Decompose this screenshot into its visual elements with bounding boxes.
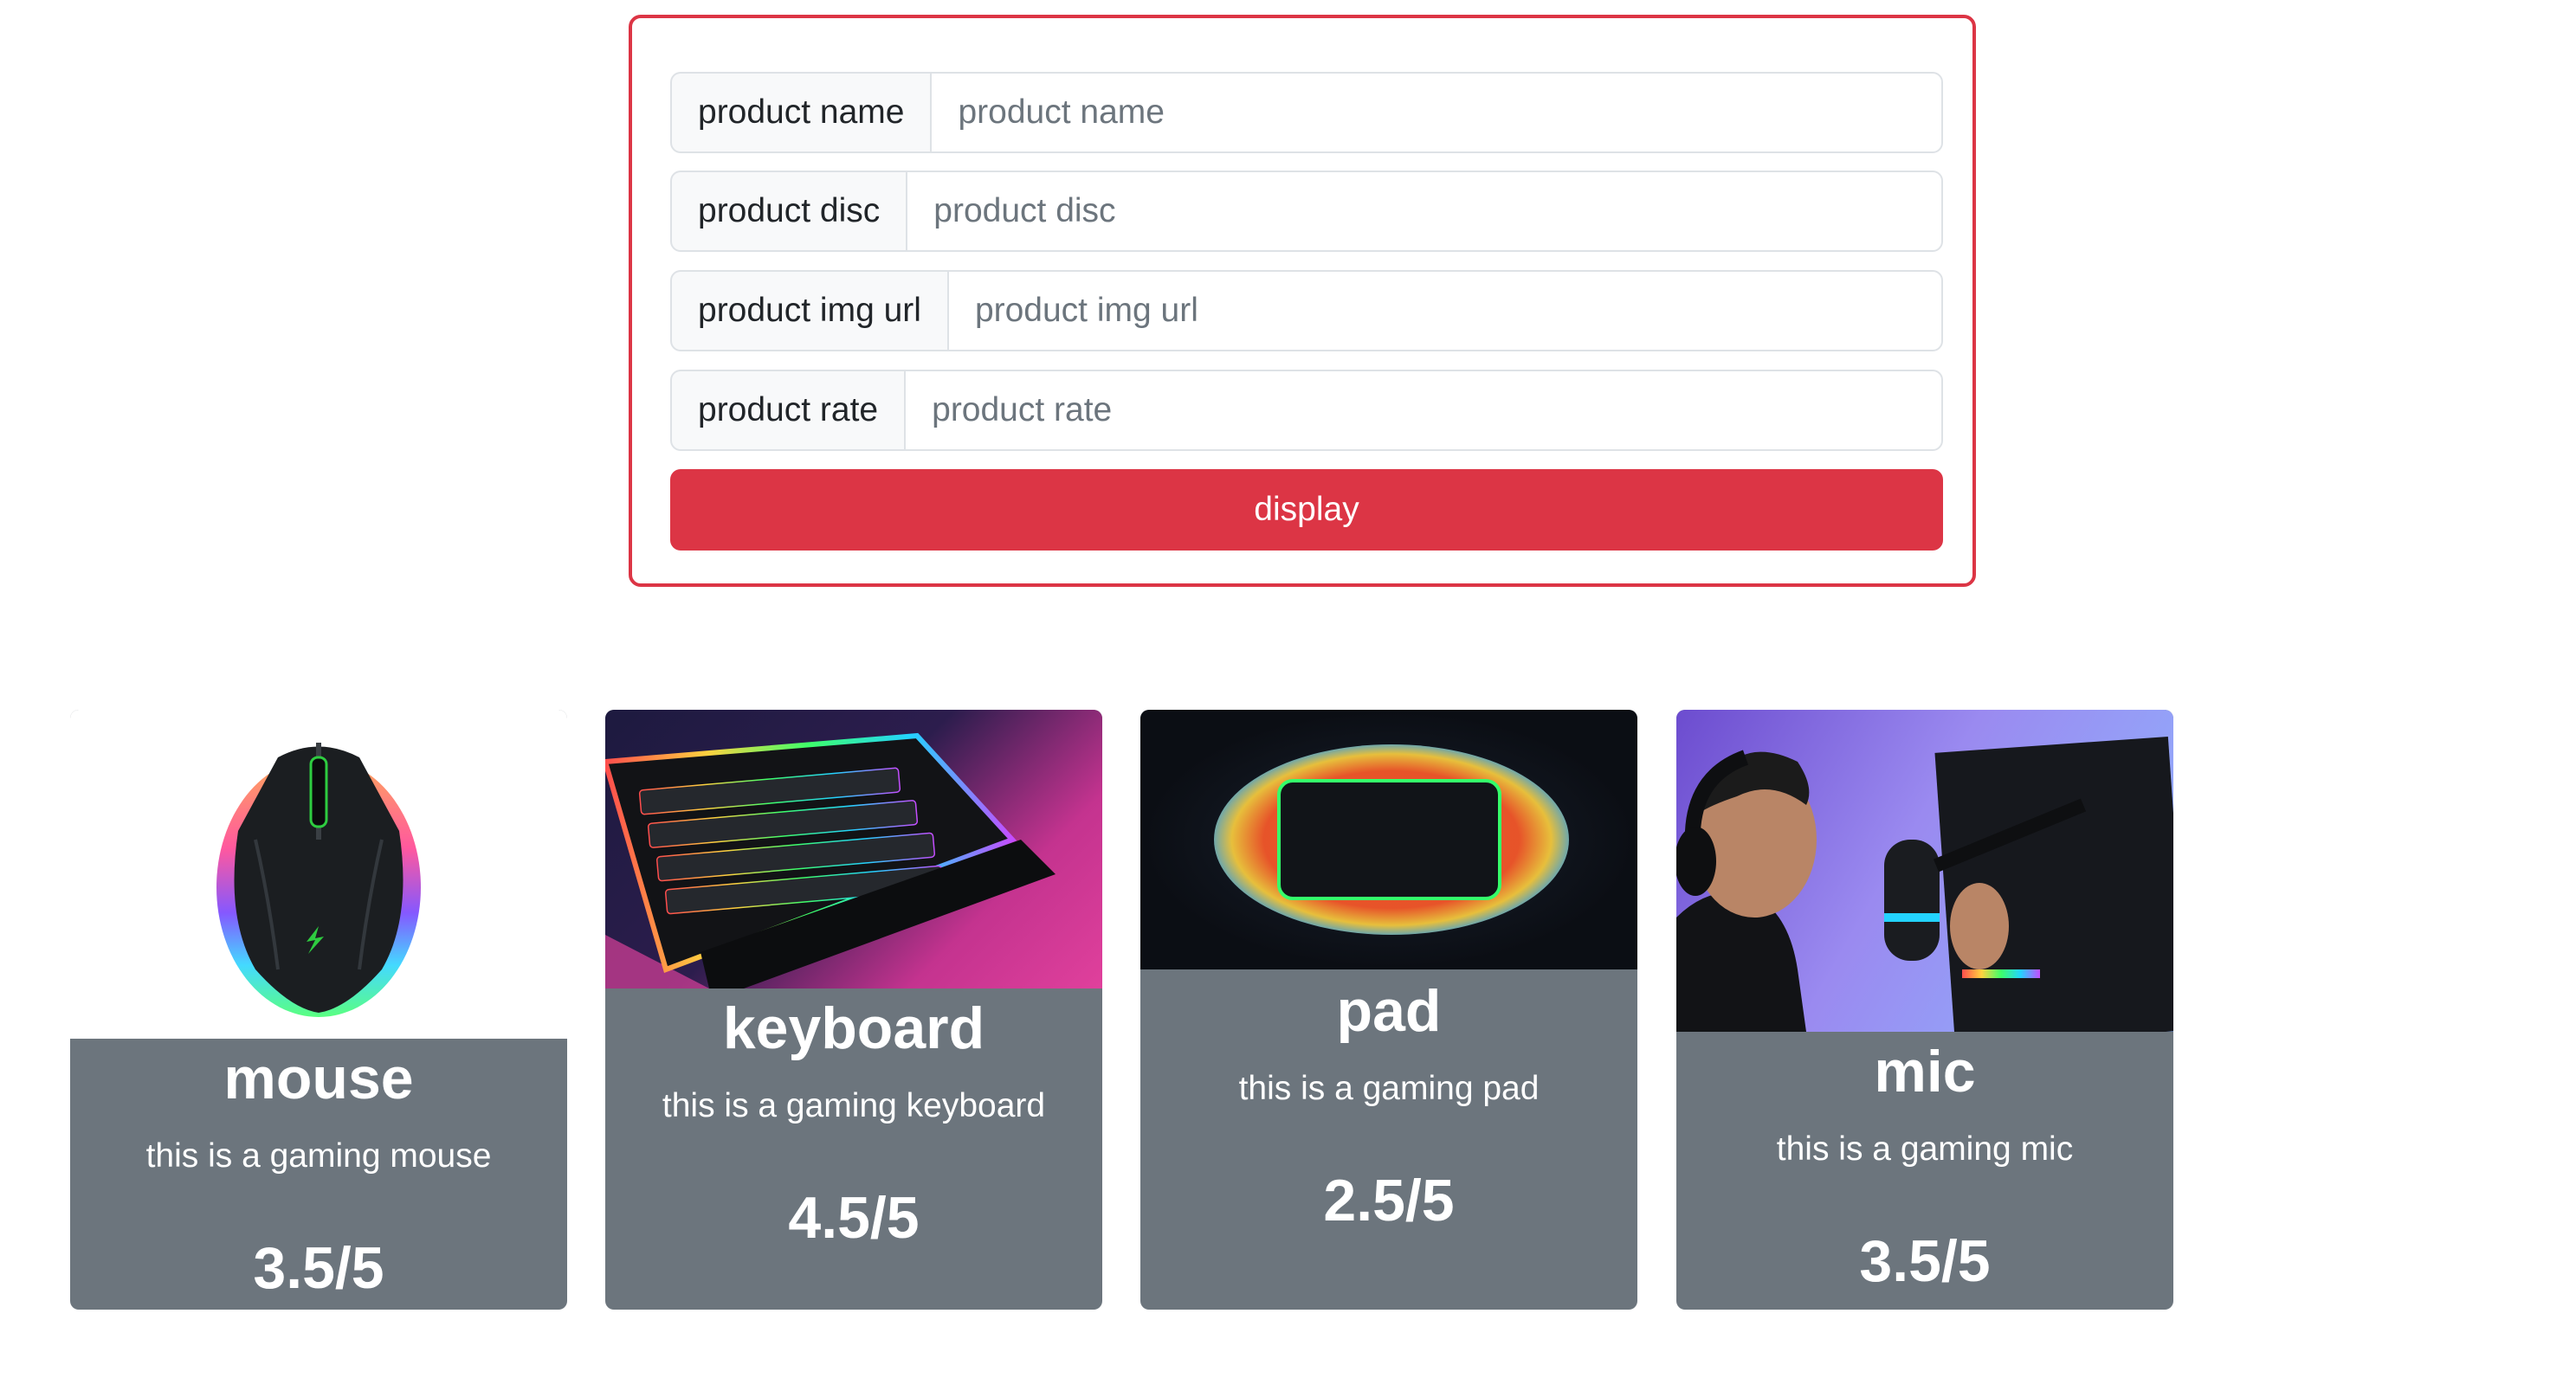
- card-rate: 3.5/5: [1859, 1228, 1991, 1294]
- gaming-keyboard-image: [605, 710, 1102, 988]
- gaming-pad-image: [1140, 710, 1637, 969]
- product-name-label: product name: [670, 72, 931, 153]
- card-description: this is a gaming mouse: [145, 1137, 492, 1175]
- card-rate: 3.5/5: [253, 1235, 384, 1301]
- card-description: this is a gaming mic: [1776, 1130, 2074, 1168]
- card-rate: 2.5/5: [1323, 1168, 1455, 1233]
- product-card-mouse: mouse this is a gaming mouse 3.5/5: [70, 710, 567, 1310]
- product-disc-group: product disc: [670, 171, 1943, 252]
- product-rate-label: product rate: [670, 370, 905, 451]
- product-disc-input[interactable]: [906, 171, 1943, 252]
- card-body: keyboard this is a gaming keyboard 4.5/5: [605, 999, 1102, 1247]
- product-img-url-label: product img url: [670, 270, 947, 351]
- product-card-keyboard: keyboard this is a gaming keyboard 4.5/5: [605, 710, 1102, 1310]
- card-title: mic: [1874, 1039, 1976, 1104]
- card-description: this is a gaming pad: [1238, 1070, 1540, 1107]
- product-card-mic: mic this is a gaming mic 3.5/5: [1676, 710, 2173, 1310]
- card-title: mouse: [223, 1046, 414, 1111]
- product-name-group: product name: [670, 72, 1943, 153]
- card-title: keyboard: [722, 995, 985, 1061]
- card-body: mouse this is a gaming mouse 3.5/5: [70, 1049, 567, 1298]
- card-title: pad: [1336, 978, 1442, 1044]
- product-disc-label: product disc: [670, 171, 907, 252]
- product-img-url-input[interactable]: [946, 270, 1943, 351]
- card-body: mic this is a gaming mic 3.5/5: [1676, 1042, 2173, 1291]
- gaming-mic-image: [1676, 710, 2173, 1047]
- product-form: product name product disc product img ur…: [629, 15, 1976, 587]
- product-rate-input[interactable]: [904, 370, 1943, 451]
- card-rate: 4.5/5: [788, 1185, 920, 1251]
- product-card-pad: pad this is a gaming pad 2.5/5: [1140, 710, 1637, 1310]
- gaming-mouse-image: [70, 710, 567, 1039]
- card-description: this is a gaming keyboard: [662, 1087, 1046, 1124]
- display-button[interactable]: display: [670, 469, 1943, 551]
- product-img-url-group: product img url: [670, 270, 1943, 351]
- card-body: pad this is a gaming pad 2.5/5: [1140, 982, 1637, 1230]
- product-name-input[interactable]: [930, 72, 1943, 153]
- product-rate-group: product rate: [670, 370, 1943, 451]
